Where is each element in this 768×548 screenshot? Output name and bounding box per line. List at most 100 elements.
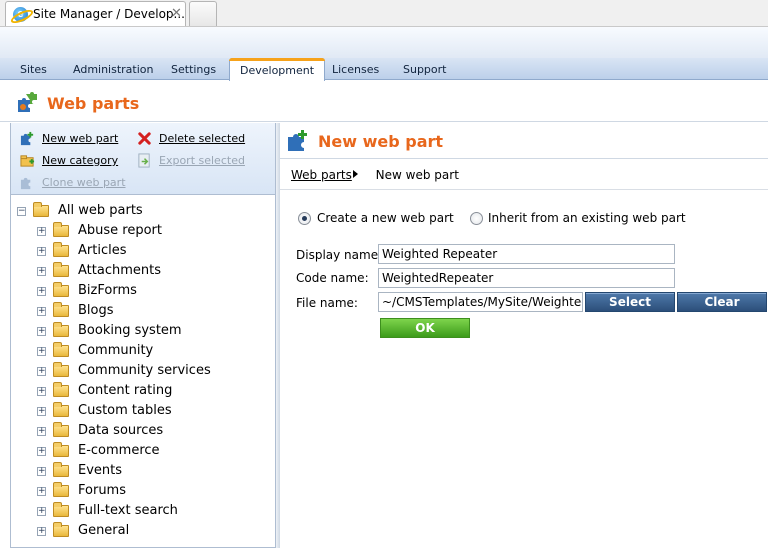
- tree-item-label: Content rating: [78, 383, 173, 398]
- right-panel: New web part Web parts New web part Crea…: [280, 123, 768, 548]
- expand-icon[interactable]: +: [37, 507, 46, 516]
- page-title: Web parts: [47, 94, 140, 113]
- expand-icon[interactable]: +: [37, 387, 46, 396]
- ie-icon: e: [13, 7, 28, 22]
- clear-button[interactable]: Clear: [677, 292, 767, 312]
- expand-icon[interactable]: +: [37, 367, 46, 376]
- tree-item[interactable]: + Blogs: [37, 302, 267, 322]
- folder-icon: [53, 462, 69, 477]
- folder-icon: [53, 262, 69, 277]
- tree-item-label: Data sources: [78, 423, 164, 438]
- divider: [280, 189, 768, 190]
- expand-icon[interactable]: +: [37, 227, 46, 236]
- expand-icon[interactable]: +: [37, 527, 46, 536]
- select-button[interactable]: Select: [585, 292, 675, 312]
- expand-icon[interactable]: +: [37, 487, 46, 496]
- collapse-icon[interactable]: −: [17, 207, 26, 216]
- display-name-label: Display name:: [296, 248, 383, 262]
- tree-item-label: Booking system: [78, 323, 182, 338]
- folder-icon: [53, 422, 69, 437]
- tree-root-label: All web parts: [58, 203, 143, 218]
- code-name-label: Code name:: [296, 271, 369, 285]
- main-nav: Sites Administration Settings Developmen…: [0, 58, 768, 81]
- tree-item[interactable]: + Forums: [37, 482, 267, 502]
- expand-icon[interactable]: +: [37, 467, 46, 476]
- new-category-icon: [20, 155, 35, 167]
- tree-item-label: Community services: [78, 363, 211, 378]
- file-name-field[interactable]: ~/CMSTemplates/MySite/Weighted: [378, 292, 583, 312]
- tree-item-label: Events: [78, 463, 123, 478]
- new-web-part-link[interactable]: New web part: [42, 132, 118, 145]
- tree-item[interactable]: + Abuse report: [37, 222, 267, 242]
- folder-icon: [53, 402, 69, 417]
- ok-button[interactable]: OK: [380, 318, 470, 338]
- delete-selected-link[interactable]: Delete selected: [159, 132, 245, 145]
- inherit-radio[interactable]: [470, 212, 483, 225]
- expand-icon[interactable]: +: [37, 247, 46, 256]
- tab-sites[interactable]: Sites: [20, 63, 47, 76]
- tree-item-label: E-commerce: [78, 443, 160, 458]
- tree-item-label: Blogs: [78, 303, 114, 318]
- delete-icon: [138, 132, 151, 145]
- folder-icon: [53, 442, 69, 457]
- tree-item[interactable]: + Content rating: [37, 382, 267, 402]
- code-name-field[interactable]: WeightedRepeater: [378, 268, 675, 288]
- tree-item-label: Custom tables: [78, 403, 172, 418]
- display-name-field[interactable]: Weighted Repeater: [378, 244, 675, 264]
- expand-icon[interactable]: +: [37, 347, 46, 356]
- tree-item[interactable]: + E-commerce: [37, 442, 267, 462]
- tree-item[interactable]: + Data sources: [37, 422, 267, 442]
- app-header-band: [0, 27, 768, 60]
- tree-item[interactable]: + Full-text search: [37, 502, 267, 522]
- puzzle-icon: [18, 92, 37, 112]
- expand-icon[interactable]: +: [37, 307, 46, 316]
- tab-support[interactable]: Support: [403, 63, 446, 76]
- folder-icon: [53, 222, 69, 237]
- folder-icon: [53, 382, 69, 397]
- tree-root[interactable]: − All web parts: [17, 202, 267, 222]
- expand-icon[interactable]: +: [37, 427, 46, 436]
- tree-item-label: BizForms: [78, 283, 137, 298]
- tree-item-label: Articles: [78, 243, 127, 258]
- new-category-link[interactable]: New category: [42, 154, 118, 167]
- browser-tab-strip: e Site Manager / Develop... ✕: [0, 0, 768, 27]
- create-new-radio[interactable]: [298, 212, 311, 225]
- tab-development[interactable]: Development: [229, 58, 326, 81]
- tree-item[interactable]: + Custom tables: [37, 402, 267, 422]
- tree-item[interactable]: + BizForms: [37, 282, 267, 302]
- expand-icon[interactable]: +: [37, 287, 46, 296]
- tree-item[interactable]: + Events: [37, 462, 267, 482]
- left-panel: New web part Delete selected New categor…: [10, 123, 276, 548]
- expand-icon[interactable]: +: [37, 407, 46, 416]
- create-new-label: Create a new web part: [317, 211, 454, 225]
- expand-icon[interactable]: +: [37, 327, 46, 336]
- tree-item[interactable]: + Attachments: [37, 262, 267, 282]
- folder-icon: [53, 502, 69, 517]
- clone-web-part-link[interactable]: Clone web part: [42, 176, 126, 189]
- tree-item[interactable]: + Booking system: [37, 322, 267, 342]
- close-icon[interactable]: ✕: [171, 6, 182, 21]
- add-puzzle-icon: [288, 130, 307, 151]
- tab-licenses[interactable]: Licenses: [332, 63, 379, 76]
- export-selected-link[interactable]: Export selected: [159, 154, 245, 167]
- tab-administration[interactable]: Administration: [73, 63, 154, 76]
- browser-tab-title: Site Manager / Develop...: [33, 7, 185, 21]
- browser-new-tab-button[interactable]: [189, 1, 217, 26]
- tree-item-label: Full-text search: [78, 503, 178, 518]
- breadcrumb: Web parts New web part: [291, 168, 459, 182]
- expand-icon[interactable]: +: [37, 447, 46, 456]
- tree-item[interactable]: + Community: [37, 342, 267, 362]
- left-actions-bar: New web part Delete selected New categor…: [11, 123, 275, 195]
- browser-tab-site-manager[interactable]: e Site Manager / Develop... ✕: [5, 1, 186, 26]
- tree-item-label: General: [78, 523, 130, 538]
- clone-icon: [20, 177, 31, 190]
- tab-settings[interactable]: Settings: [171, 63, 216, 76]
- tree-item[interactable]: + Community services: [37, 362, 267, 382]
- tree-item[interactable]: + Articles: [37, 242, 267, 262]
- expand-icon[interactable]: +: [37, 267, 46, 276]
- folder-icon: [53, 302, 69, 317]
- tree-item[interactable]: + General: [37, 522, 267, 542]
- breadcrumb-web-parts-link[interactable]: Web parts: [291, 168, 352, 182]
- tree-item-label: Abuse report: [78, 223, 162, 238]
- folder-icon: [53, 242, 69, 257]
